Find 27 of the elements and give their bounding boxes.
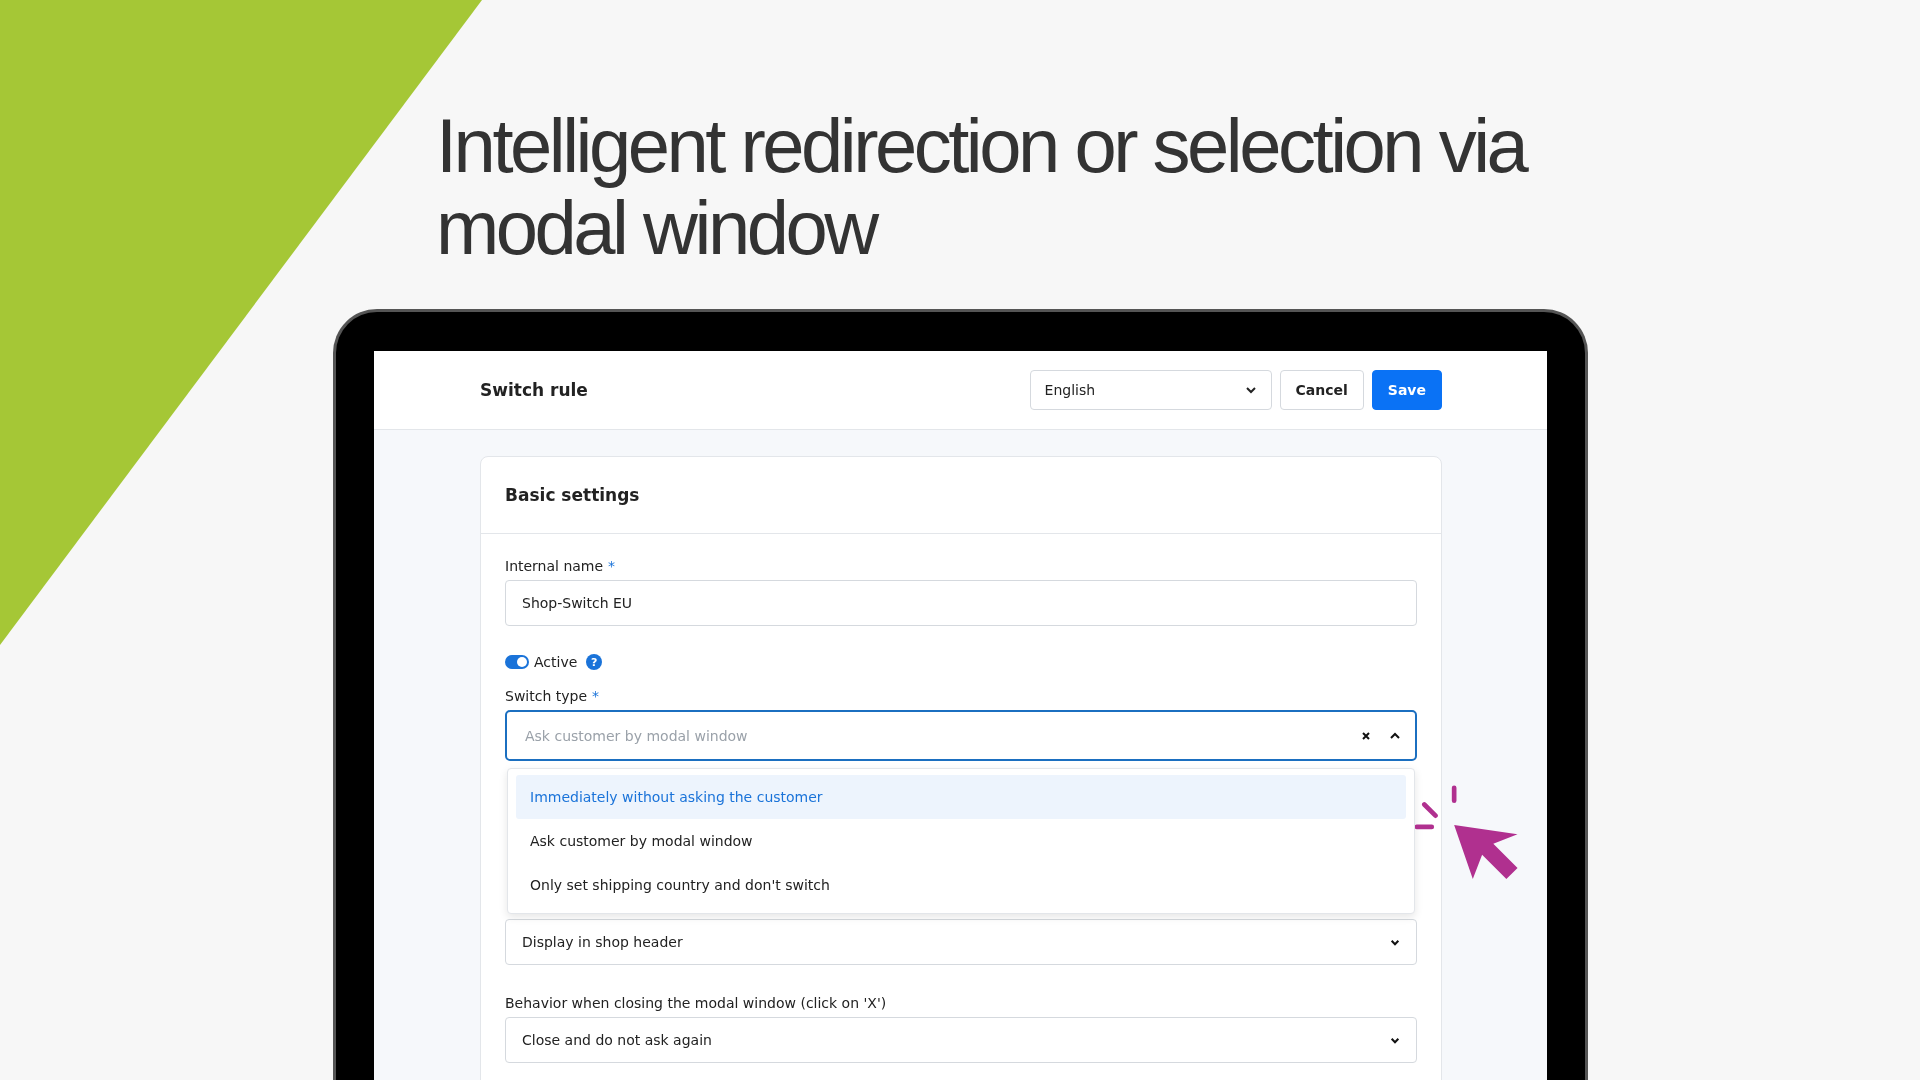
clear-icon[interactable] <box>1361 730 1371 741</box>
card-title: Basic settings <box>505 485 640 506</box>
save-button[interactable]: Save <box>1371 370 1442 411</box>
dropdown-option[interactable]: Only set shipping country and don't switch <box>516 863 1406 908</box>
required-mark: * <box>592 688 599 705</box>
select-field[interactable]: Display in shop header <box>505 919 1417 966</box>
chevron-down-icon <box>1390 938 1400 946</box>
dropdown-option[interactable]: Ask customer by modal window <box>516 819 1406 864</box>
dropdown-option[interactable]: Immediately without asking the customer <box>516 775 1406 820</box>
select-search-input[interactable]: Ask customer by modal window <box>523 726 1343 745</box>
page-title: Switch rule <box>480 380 588 401</box>
toggle-label: Active <box>534 654 578 671</box>
chevron-down-icon <box>1390 1036 1400 1044</box>
chevron-up-icon[interactable] <box>1389 731 1401 740</box>
field-label: Behavior when closing the modal window (click on 'X') <box>505 995 888 1012</box>
required-mark: * <box>608 558 616 575</box>
cancel-button[interactable]: Cancel <box>1279 370 1364 411</box>
headline: Intelligent redirection or selection via modal window <box>435 102 1528 270</box>
language-select[interactable]: English <box>1029 370 1272 411</box>
select-field[interactable]: Close and do not ask again <box>505 1017 1417 1064</box>
field-label: Internal name <box>505 558 604 575</box>
chevron-down-icon <box>1244 386 1257 395</box>
text-field[interactable]: Shop-Switch EU <box>505 580 1417 627</box>
select-field[interactable]: Ask customer by modal window <box>505 710 1417 762</box>
help-icon[interactable]: ? <box>586 654 603 671</box>
toggle-switch[interactable] <box>505 655 529 670</box>
field-label: Switch type <box>505 688 587 705</box>
